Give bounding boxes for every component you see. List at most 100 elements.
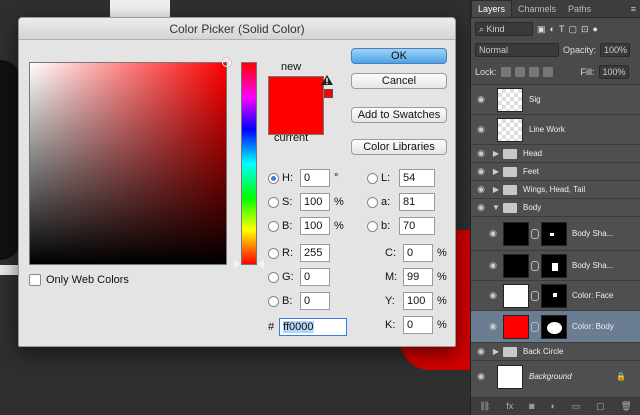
visibility-eye-icon[interactable]: ◉ — [471, 148, 491, 159]
visibility-eye-icon[interactable]: ◉ — [471, 371, 491, 382]
add-mask-icon[interactable]: ◙ — [529, 401, 534, 411]
mask-link-icon[interactable] — [531, 321, 539, 332]
lab-b-radio[interactable] — [367, 220, 378, 232]
fill-field[interactable]: 100% — [598, 65, 629, 79]
layer-row[interactable]: ◉ Sig — [471, 84, 640, 114]
dialog-title[interactable]: Color Picker (Solid Color) — [19, 18, 455, 40]
mask-link-icon[interactable] — [531, 260, 539, 271]
visibility-eye-icon[interactable]: ◉ — [471, 94, 491, 105]
visibility-eye-icon[interactable]: ◉ — [483, 290, 503, 301]
hue-field[interactable]: 0 — [300, 169, 330, 187]
link-layers-icon[interactable]: ⛓ — [479, 401, 490, 412]
new-group-icon[interactable]: ▭ — [572, 401, 581, 412]
mask-link-icon[interactable] — [531, 228, 539, 239]
lab-l-field[interactable]: 54 — [399, 169, 435, 187]
filter-adjustment-icon[interactable]: ◐ — [550, 24, 555, 34]
filter-type-icon[interactable]: T — [559, 24, 565, 34]
tab-layers[interactable]: Layers — [471, 0, 513, 17]
layer-row[interactable]: ◉ Background 🔒 — [471, 360, 640, 392]
hue-slider-right-arrow[interactable] — [258, 259, 264, 269]
filter-smart-object-icon[interactable]: ⊡ — [581, 24, 589, 35]
lab-a-radio[interactable] — [367, 196, 378, 208]
green-field[interactable]: 0 — [300, 268, 330, 286]
filter-kind-select[interactable]: ⌕ Kind — [475, 22, 533, 36]
visibility-eye-icon[interactable]: ◉ — [471, 202, 491, 213]
web-safe-color-swatch-icon[interactable] — [324, 89, 333, 98]
lab-l-radio[interactable] — [367, 172, 378, 184]
mask-link-icon[interactable] — [531, 290, 539, 301]
expand-arrow-icon[interactable]: ▶ — [491, 167, 501, 176]
color-field-marker[interactable] — [222, 58, 231, 67]
layer-group-row[interactable]: ◉ ▶ Back Circle — [471, 342, 640, 360]
out-of-gamut-warning-icon[interactable] — [321, 75, 333, 85]
lab-b-field[interactable]: 70 — [399, 217, 435, 235]
visibility-eye-icon[interactable]: ◉ — [471, 166, 491, 177]
blue-radio[interactable] — [268, 295, 279, 307]
add-to-swatches-button[interactable]: Add to Swatches — [351, 107, 447, 123]
lock-position-icon[interactable] — [528, 67, 539, 77]
tab-paths[interactable]: Paths — [562, 1, 597, 17]
lock-transparent-icon[interactable] — [500, 67, 511, 77]
layer-row[interactable]: ◉ Line Work — [471, 114, 640, 144]
new-color-label: new — [281, 61, 302, 73]
layer-filter-row: ⌕ Kind ▣ ◐ T ▢ ⊡ ● — [475, 22, 636, 36]
saturation-radio[interactable] — [268, 196, 279, 208]
only-web-colors-checkbox[interactable] — [29, 274, 41, 286]
layer-group-row[interactable]: ◉ ▶ Feet — [471, 162, 640, 180]
blend-mode-select[interactable]: Normal — [475, 43, 559, 57]
visibility-eye-icon[interactable]: ◉ — [471, 346, 491, 357]
opacity-field[interactable]: 100% — [600, 43, 631, 57]
filter-shape-icon[interactable]: ▢ — [568, 24, 577, 35]
visibility-eye-icon[interactable]: ◉ — [483, 260, 503, 271]
layer-group-row[interactable]: ◉ ▶ Wings, Head, Tail — [471, 180, 640, 198]
layer-row[interactable]: ◉ Body Sha... — [471, 216, 640, 250]
adjustment-layer-icon[interactable]: ◐ — [550, 401, 555, 411]
visibility-eye-icon[interactable]: ◉ — [483, 228, 503, 239]
expand-arrow-icon[interactable]: ▶ — [491, 185, 501, 194]
black-field[interactable]: 0 — [403, 316, 433, 334]
cancel-button[interactable]: Cancel — [351, 73, 447, 89]
new-layer-icon[interactable]: ▢ — [596, 401, 605, 412]
only-web-colors-option[interactable]: Only Web Colors — [29, 274, 129, 286]
expand-arrow-icon[interactable]: ▶ — [491, 347, 501, 356]
filter-toggle-icon[interactable]: ● — [593, 24, 598, 34]
hex-field[interactable]: ff0000 — [279, 318, 348, 336]
cyan-field[interactable]: 0 — [403, 244, 433, 262]
layer-row-selected[interactable]: ◉ Color: Body — [471, 310, 640, 342]
layer-thumbnail — [503, 253, 529, 278]
brightness-radio[interactable] — [268, 220, 279, 232]
saturation-brightness-field[interactable] — [29, 58, 231, 265]
yellow-field[interactable]: 100 — [403, 292, 433, 310]
red-radio[interactable] — [268, 247, 279, 259]
magenta-field[interactable]: 99 — [403, 268, 433, 286]
expand-arrow-icon[interactable]: ▶ — [491, 149, 501, 158]
fx-icon[interactable]: fx — [506, 401, 513, 411]
tab-channels[interactable]: Channels — [512, 1, 562, 17]
lab-a-label: a: — [381, 196, 391, 208]
visibility-eye-icon[interactable]: ◉ — [471, 184, 491, 195]
hue-radio[interactable] — [268, 172, 279, 184]
ok-button[interactable]: OK — [351, 48, 447, 64]
lock-all-icon[interactable] — [542, 67, 553, 77]
color-libraries-button[interactable]: Color Libraries — [351, 139, 447, 155]
current-color-swatch[interactable] — [268, 106, 324, 135]
layer-row[interactable]: ◉ Body Sha... — [471, 250, 640, 280]
red-field[interactable]: 255 — [300, 244, 330, 262]
hue-slider-left-arrow[interactable] — [234, 259, 240, 269]
panel-menu-icon[interactable]: ≡ — [631, 4, 636, 14]
layer-row[interactable]: ◉ Color: Face — [471, 280, 640, 310]
layer-group-row[interactable]: ◉ ▶ Head — [471, 144, 640, 162]
lab-a-field[interactable]: 81 — [399, 193, 435, 211]
green-radio[interactable] — [268, 271, 279, 283]
saturation-field[interactable]: 100 — [300, 193, 330, 211]
blue-field[interactable]: 0 — [300, 292, 330, 310]
hue-slider[interactable] — [241, 62, 257, 265]
collapse-arrow-icon[interactable]: ▼ — [491, 203, 501, 212]
layer-group-row[interactable]: ◉ ▼ Body — [471, 198, 640, 216]
delete-layer-icon[interactable]: 🗑 — [621, 401, 632, 412]
lock-image-icon[interactable] — [514, 67, 525, 77]
filter-pixel-icon[interactable]: ▣ — [537, 24, 546, 35]
visibility-eye-icon[interactable]: ◉ — [471, 124, 491, 135]
visibility-eye-icon[interactable]: ◉ — [483, 321, 503, 332]
brightness-field[interactable]: 100 — [300, 217, 330, 235]
